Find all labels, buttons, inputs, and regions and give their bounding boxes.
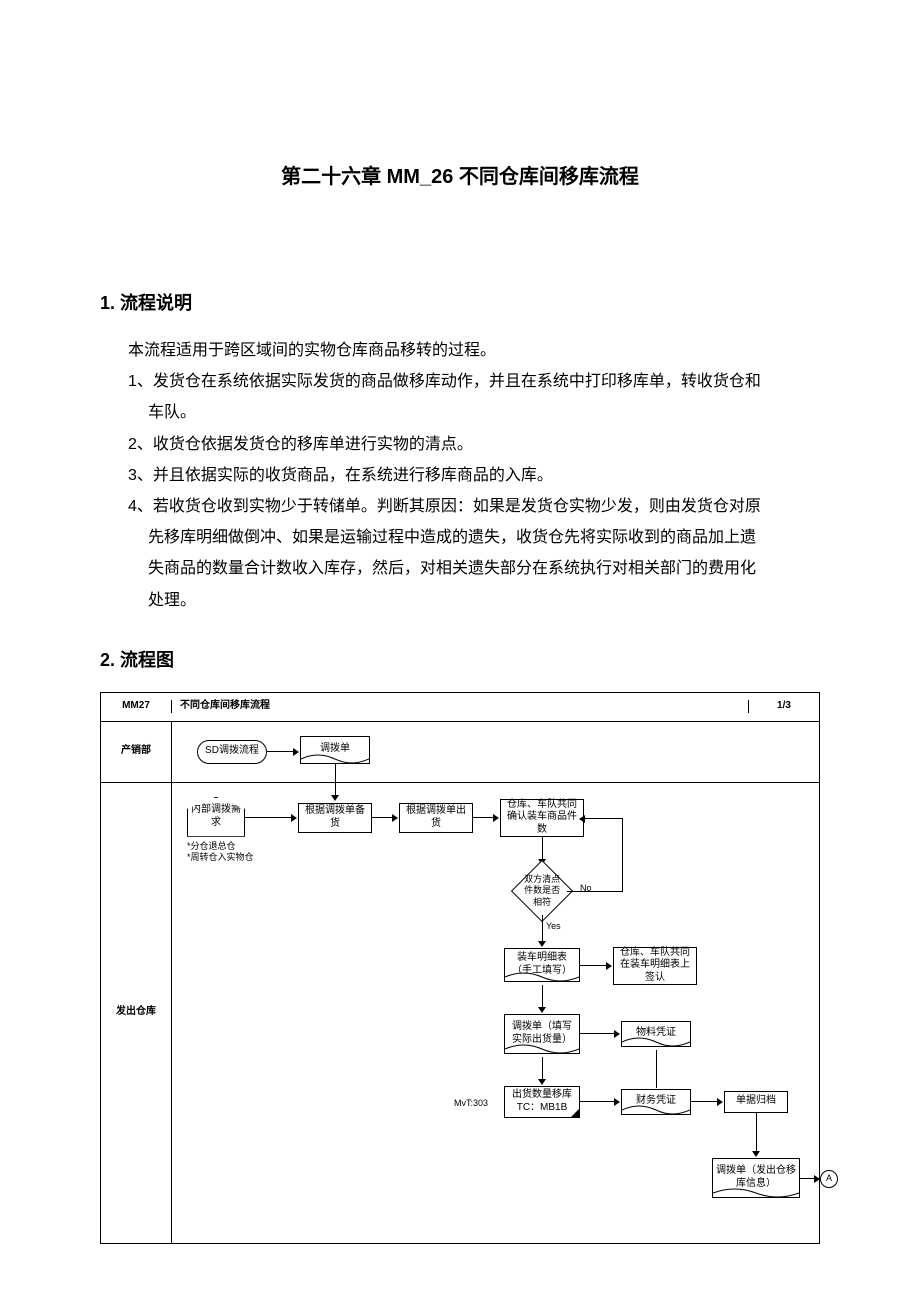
section-1-heading: 1. 流程说明: [100, 289, 820, 315]
item-4-c1: 先移库明细做倒冲、如果是运输过程中造成的遗失，收货仓先将实际收到的商品加上遗: [100, 522, 820, 553]
arrow-head-icon: [606, 962, 612, 970]
node-confirm-qty: 仓库、车队共同确认装车商品件数: [500, 799, 584, 837]
arrow: [584, 818, 622, 819]
arrow: [542, 837, 543, 861]
arrow-head-icon: [538, 941, 546, 947]
node-archive: 单据归档: [724, 1091, 788, 1113]
arrow-head-icon: [493, 814, 499, 822]
item-4-c2: 失商品的数量合计数收入库存，然后，对相关遗失部分在系统执行对相关部门的费用化: [100, 553, 820, 584]
move-note: MvT:303: [454, 1098, 488, 1109]
node-ship: 根据调拨单出货: [399, 803, 473, 833]
document-icon: [505, 1044, 579, 1054]
lane-1-label: 产销部: [101, 722, 172, 782]
flow-header: MM27 不同仓库间移库流程 1/3: [101, 693, 819, 722]
item-1-cont: 车队。: [100, 397, 820, 428]
item-2: 2、收货仓依据发货仓的移库单进行实物的清点。: [100, 429, 820, 460]
arrow-head-icon: [614, 1030, 620, 1038]
document-icon: [713, 1188, 799, 1198]
flowchart: MM27 不同仓库间移库流程 1/3 产销部 SD调拨流程 调拨单: [100, 692, 820, 1244]
document-icon: [622, 1105, 690, 1115]
node-doc-tiaobodan-1: 调拨单: [300, 736, 370, 764]
arrow-head-icon: [331, 795, 339, 801]
arrow: [691, 1101, 719, 1102]
arrow-head-icon: [614, 1098, 620, 1106]
node-outgoing-doc: 调拨单（发出仓移库信息）: [712, 1158, 800, 1198]
label-no: No: [580, 883, 592, 894]
arrow: [267, 751, 295, 752]
arrow-head-icon: [717, 1098, 723, 1106]
arrow-head-icon: [392, 814, 398, 822]
lane-2-body: 内部调拨需求 *分仓退总仓 *周转仓入实物仓 根据调拨单备货 根据调拨单出货 仓…: [172, 783, 819, 1243]
lane-1-body: SD调拨流程 调拨单: [172, 722, 819, 782]
arrow: [542, 985, 543, 1009]
arrow: [656, 1050, 657, 1088]
arrow: [580, 965, 608, 966]
lane-fachu: 发出仓库 内部调拨需求 *分仓退总仓 *周转仓入实物仓 根据调拨单备货 根据调拨…: [101, 783, 819, 1243]
node-fill-actual: 调拨单（填写实际出货量）: [504, 1014, 580, 1054]
node-decision: 双方清点件数是否相符: [511, 860, 573, 922]
arrow: [542, 915, 543, 943]
arrow: [580, 1101, 616, 1102]
arrow: [245, 817, 293, 818]
flow-page: 1/3: [748, 700, 819, 713]
flow-title: 不同仓库间移库流程: [172, 700, 748, 713]
lane-2-label: 发出仓库: [101, 783, 172, 1243]
label-yes: Yes: [546, 921, 561, 932]
connector-a: A: [820, 1170, 838, 1188]
arrow: [473, 817, 495, 818]
arrow: [756, 1113, 757, 1153]
arrow: [372, 817, 394, 818]
flow-code: MM27: [101, 700, 172, 713]
item-4: 4、若收货仓收到实物少于转储单。判断其原因：如果是发货仓实物少发，则由发货仓对原: [100, 491, 820, 522]
arrow: [335, 764, 336, 782]
arrow-head-icon: [752, 1151, 760, 1157]
item-3: 3、并且依据实际的收货商品，在系统进行移库商品的入库。: [100, 460, 820, 491]
fill-label: 调拨单（填写实际出货量）: [508, 1021, 576, 1046]
document-icon: [505, 972, 579, 982]
lane-chanxiao: 产销部 SD调拨流程 调拨单: [101, 722, 819, 783]
chapter-title: 第二十六章 MM_26 不同仓库间移库流程: [100, 160, 820, 189]
node-load-sheet: 装车明细表（手工填写）: [504, 948, 580, 982]
process-corner-icon: [570, 1108, 580, 1118]
arrow-head-icon: [538, 1007, 546, 1013]
arrow: [542, 1057, 543, 1081]
outdoc-label: 调拨单（发出仓移库信息）: [716, 1165, 796, 1190]
arrow: [580, 1033, 616, 1034]
node-material-doc: 物料凭证: [621, 1021, 691, 1047]
arrow: [567, 891, 622, 892]
arrow-head-icon: [579, 815, 585, 823]
node-internal-request: 内部调拨需求: [187, 797, 245, 837]
node-prepare: 根据调拨单备货: [298, 803, 372, 833]
document-icon: [622, 1037, 690, 1047]
item-1: 1、发货仓在系统依据实际发货的商品做移库动作，并且在系统中打印移库单，转收货仓和: [100, 366, 820, 397]
node-move-stock: 出货数量移库 TC：MB1B: [504, 1086, 580, 1118]
section-1-intro: 本流程适用于跨区域间的实物仓库商品移转的过程。: [100, 335, 820, 366]
node-finance-doc: 财务凭证: [621, 1089, 691, 1115]
node-sign: 仓库、车队共同在装车明细表上签认: [613, 947, 697, 985]
node-sd-process: SD调拨流程: [197, 740, 267, 764]
section-2-heading: 2. 流程图: [100, 646, 820, 672]
item-4-c3: 处理。: [100, 585, 820, 616]
arrow: [622, 818, 623, 892]
document-icon: [301, 754, 369, 764]
arrow-head-icon: [293, 748, 299, 756]
node-internal-note: *分仓退总仓 *周转仓入实物仓: [187, 841, 277, 864]
decision-label: 双方清点件数是否相符: [524, 874, 560, 908]
arrow-head-icon: [291, 814, 297, 822]
arrow-head-icon: [538, 1079, 546, 1085]
move-label: 出货数量移库 TC：MB1B: [508, 1089, 576, 1114]
